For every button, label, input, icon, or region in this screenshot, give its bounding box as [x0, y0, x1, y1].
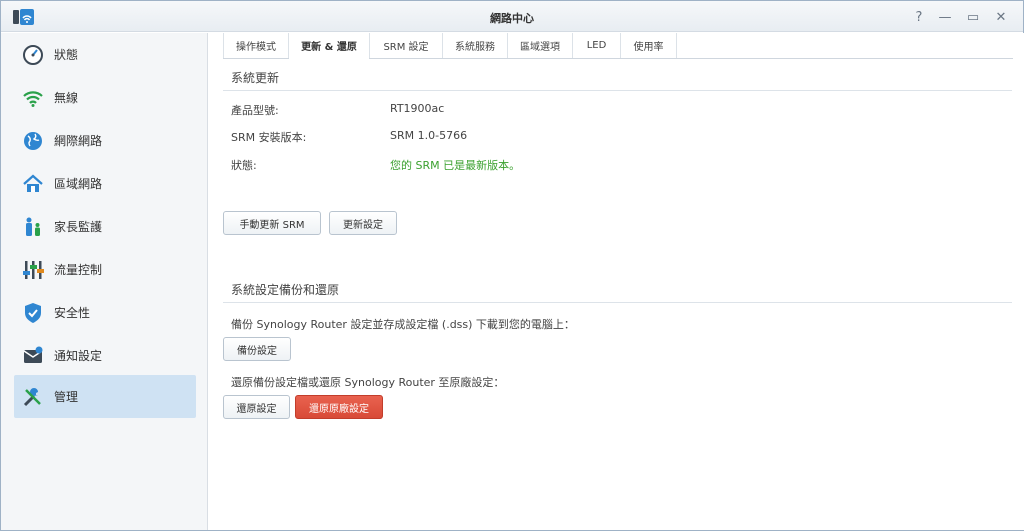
tab-led[interactable]: LED — [573, 33, 621, 58]
section-title-backup-restore: 系統設定備份和還原 — [223, 279, 1012, 303]
tools-icon — [21, 385, 45, 409]
main-content: 操作模式 更新 & 還原 SRM 設定 系統服務 區域選項 LED 使用率 系統… — [209, 33, 1024, 530]
sidebar-item-label: 網際網路 — [54, 134, 103, 148]
factory-reset-button[interactable]: 還原原廠設定 — [295, 395, 383, 419]
sidebar-item-label: 無線 — [54, 91, 79, 105]
backup-description: 備份 Synology Router 設定並存成設定檔 (.dss) 下載到您的… — [231, 318, 575, 331]
globe-icon — [21, 129, 45, 153]
sidebar-item-label: 狀態 — [54, 48, 79, 62]
manual-update-button[interactable]: 手動更新 SRM — [223, 211, 321, 235]
window-title: 網路中心 — [490, 12, 534, 25]
sidebar-item-traffic-control[interactable]: 流量控制 — [14, 248, 196, 291]
tab-update-restore[interactable]: 更新 & 還原 — [289, 33, 370, 59]
tab-operation-mode[interactable]: 操作模式 — [223, 33, 289, 58]
sidebar-item-label: 區域網路 — [54, 177, 103, 191]
shield-icon — [21, 301, 45, 325]
maximize-icon[interactable]: ▭ — [963, 7, 983, 27]
status-label: 狀態: — [231, 159, 257, 172]
update-settings-button[interactable]: 更新設定 — [329, 211, 397, 235]
section-title-system-update: 系統更新 — [223, 67, 1012, 91]
sidebar: 狀態 無線 網際網路 區域網路 家長監護 流量控制 安全性 通知設定 管理 — [1, 33, 208, 530]
backup-settings-button[interactable]: 備份設定 — [223, 337, 291, 361]
notification-icon — [21, 344, 45, 368]
restore-settings-button[interactable]: 還原設定 — [223, 395, 290, 419]
sidebar-item-wireless[interactable]: 無線 — [14, 76, 196, 119]
model-label: 產品型號: — [231, 104, 279, 117]
wifi-icon — [21, 86, 45, 110]
tab-usage[interactable]: 使用率 — [621, 33, 677, 58]
tab-srm-settings[interactable]: SRM 設定 — [370, 33, 443, 58]
family-icon — [21, 215, 45, 239]
sidebar-item-internet[interactable]: 網際網路 — [14, 119, 196, 162]
tab-system-services[interactable]: 系統服務 — [443, 33, 508, 58]
version-value: SRM 1.0-5766 — [390, 129, 468, 142]
title-bar: 網路中心 ? — ▭ ✕ — [1, 1, 1023, 32]
version-label: SRM 安裝版本: — [231, 131, 307, 144]
gauge-icon — [21, 43, 45, 67]
sliders-icon — [21, 258, 45, 282]
home-network-icon — [21, 172, 45, 196]
sidebar-item-parental-control[interactable]: 家長監護 — [14, 205, 196, 248]
help-icon[interactable]: ? — [909, 7, 929, 27]
sidebar-item-local-network[interactable]: 區域網路 — [14, 162, 196, 205]
minimize-icon[interactable]: — — [935, 7, 955, 27]
sidebar-item-notification[interactable]: 通知設定 — [14, 334, 196, 377]
tab-regional-options[interactable]: 區域選項 — [508, 33, 573, 58]
sidebar-item-status[interactable]: 狀態 — [14, 33, 196, 76]
restore-description: 還原備份設定檔或還原 Synology Router 至原廠設定： — [231, 376, 505, 389]
sidebar-item-management[interactable]: 管理 — [14, 375, 196, 418]
sidebar-item-security[interactable]: 安全性 — [14, 291, 196, 334]
tab-bar: 操作模式 更新 & 還原 SRM 設定 系統服務 區域選項 LED 使用率 — [223, 33, 1013, 59]
status-value: 您的 SRM 已是最新版本。 — [390, 159, 521, 172]
sidebar-item-label: 流量控制 — [54, 263, 103, 277]
sidebar-item-label: 管理 — [54, 390, 79, 404]
sidebar-item-label: 通知設定 — [54, 349, 103, 363]
sidebar-item-label: 安全性 — [54, 306, 91, 320]
model-value: RT1900ac — [390, 102, 445, 115]
network-center-window: 網路中心 ? — ▭ ✕ 狀態 無線 網際網路 區域網路 家長監護 流量控制 安… — [0, 0, 1024, 531]
sidebar-item-label: 家長監護 — [54, 220, 103, 234]
close-icon[interactable]: ✕ — [991, 7, 1011, 27]
